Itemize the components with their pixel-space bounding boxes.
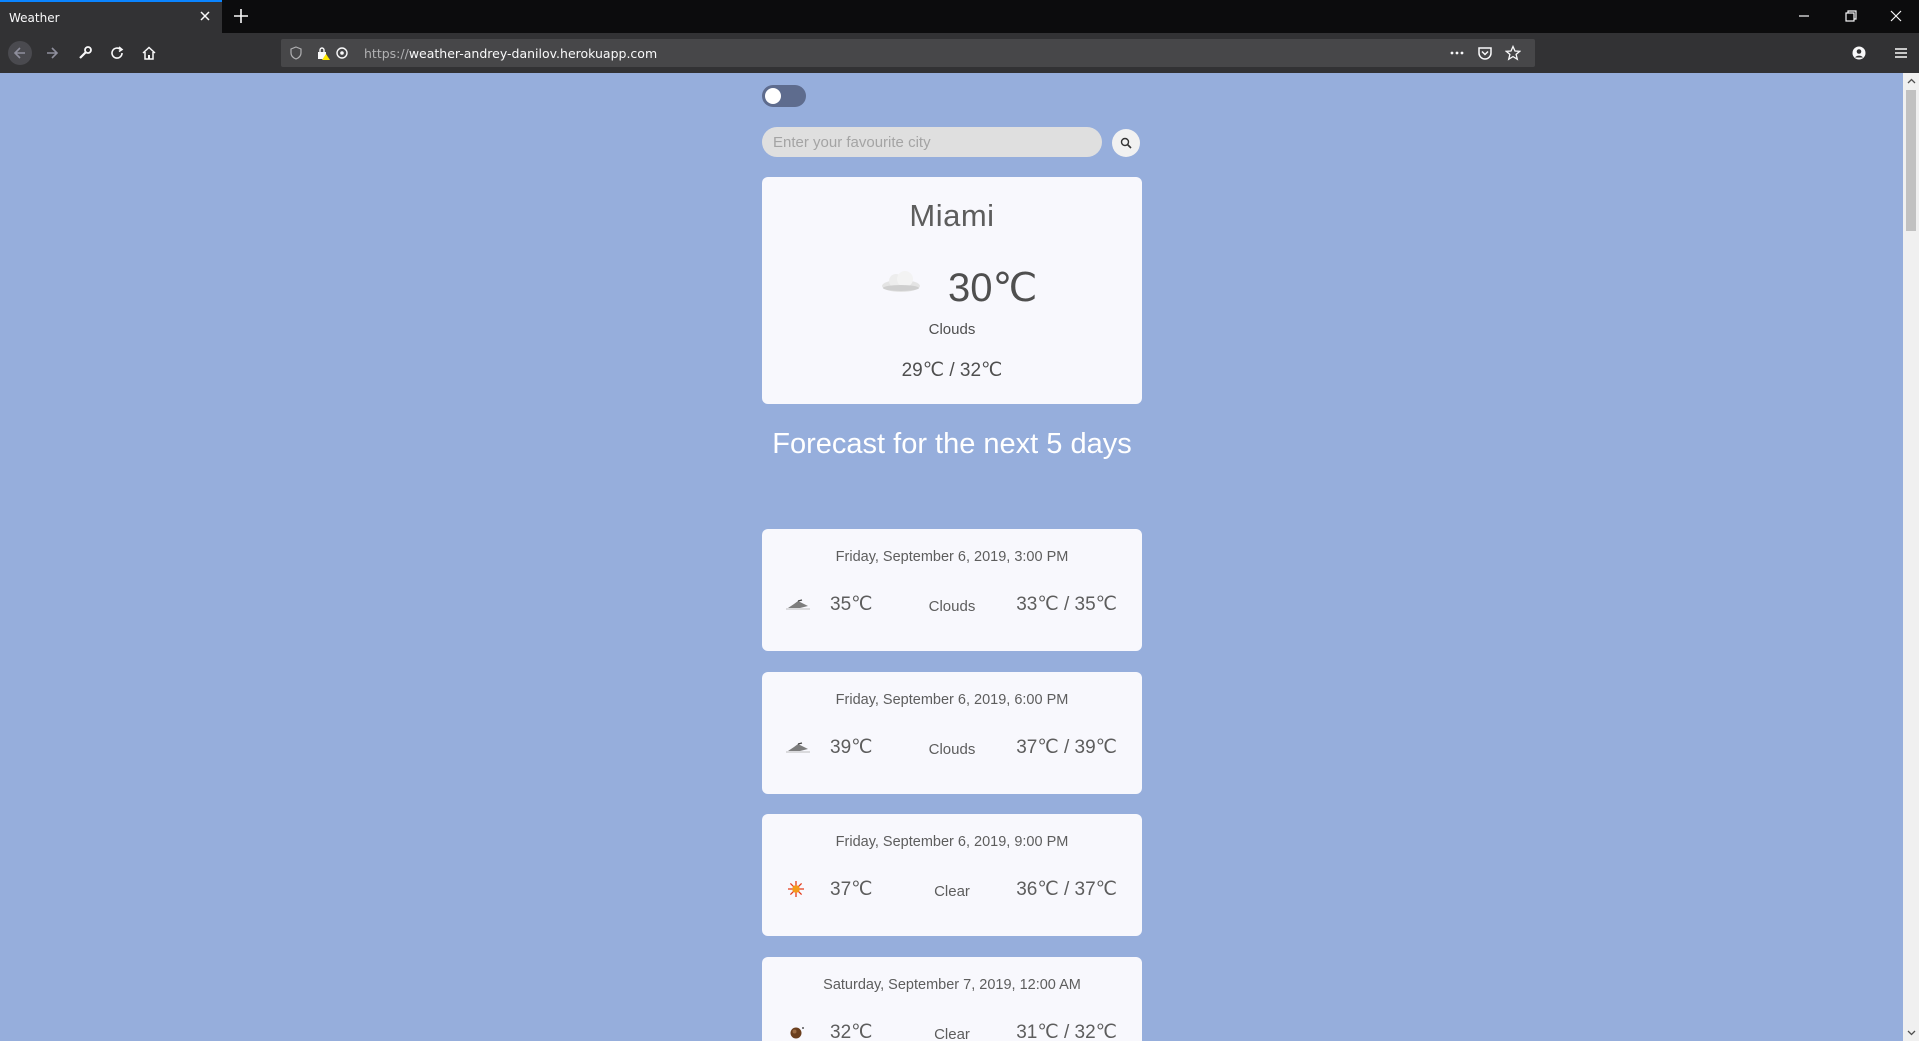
scroll-up-button[interactable] [1903,73,1919,89]
scroll-down-button[interactable] [1903,1025,1919,1041]
page-scrollbar[interactable] [1903,73,1919,1041]
forecast-date: Saturday, September 7, 2019, 12:00 AM [823,977,1081,993]
hamburger-menu-icon [1895,48,1907,58]
tab-strip: Weather [0,0,1919,33]
forecast-card: Saturday, September 7, 2019, 12:00 AM 32… [762,957,1142,1041]
back-arrow-icon [13,47,25,59]
forecast-heading: Forecast for the next 5 days [772,428,1132,460]
page-viewport: Miami 30℃ Clouds 29℃ / 32℃ Forecast for … [0,73,1903,1041]
restore-icon[interactable] [1840,6,1862,26]
account-button[interactable] [1847,41,1871,65]
forecast-date: Friday, September 6, 2019, 3:00 PM [835,549,1069,565]
close-tab-icon[interactable] [197,8,213,24]
forecast-min-max: 36℃ / 37℃ [1016,879,1117,900]
forward-arrow-icon [47,47,59,59]
search-icon [1120,137,1132,149]
bookmark-star-icon[interactable] [1505,45,1521,61]
forecast-temperature: 35℃ [830,594,873,615]
close-window-icon[interactable] [1885,6,1907,26]
lock-warning-icon[interactable] [315,45,331,61]
minimize-icon[interactable] [1793,6,1815,26]
back-button[interactable] [8,41,32,65]
tab-weather[interactable]: Weather [0,0,222,33]
forward-button[interactable] [40,41,64,65]
address-bar[interactable]: https://weather-andrey-danilov.herokuapp… [281,39,1535,67]
current-description: Clouds [928,321,976,338]
forecast-temperature: 39℃ [830,737,873,758]
forecast-card: Friday, September 6, 2019, 9:00 PM 37℃ C… [762,814,1142,936]
forecast-min-max: 37℃ / 39℃ [1016,737,1117,758]
forecast-card: Friday, September 6, 2019, 6:00 PM 39℃ C… [762,672,1142,794]
moon-icon [790,1027,804,1039]
tracking-shield-icon[interactable] [288,45,304,61]
forecast-description: Clear [934,883,970,900]
pocket-icon[interactable] [1477,45,1493,61]
search-button[interactable] [1112,129,1140,157]
permissions-icon[interactable] [334,45,350,61]
reload-icon [111,46,124,59]
theme-toggle[interactable] [762,85,806,107]
sun-icon [788,881,804,897]
forecast-temperature: 32℃ [830,1022,873,1041]
forecast-date: Friday, September 6, 2019, 6:00 PM [835,692,1069,708]
page-actions-icon[interactable] [1449,45,1465,61]
current-weather-card: Miami 30℃ Clouds 29℃ / 32℃ [762,177,1142,404]
cloud-icon [882,271,920,292]
forecast-description: Clouds [928,598,976,615]
home-icon [142,46,156,60]
tools-button[interactable] [73,41,97,65]
nav-toolbar: https://weather-andrey-danilov.herokuapp… [0,33,1919,73]
tab-title: Weather [9,11,60,25]
url-text: https://weather-andrey-danilov.herokuapp… [364,46,658,61]
chevron-down-icon [1907,1030,1915,1036]
chevron-up-icon [1907,78,1915,84]
city-name: Miami [909,198,995,233]
current-temperature: 30℃ [948,266,1038,310]
menu-button[interactable] [1889,41,1913,65]
scrollbar-thumb[interactable] [1906,90,1916,231]
current-min-max: 29℃ / 32℃ [901,360,1003,381]
forecast-card: Friday, September 6, 2019, 3:00 PM 35℃ C… [762,529,1142,651]
wrench-icon [79,46,92,59]
account-icon [1852,46,1866,60]
home-button[interactable] [137,41,161,65]
forecast-date: Friday, September 6, 2019, 9:00 PM [835,834,1069,850]
cloud-icon [786,742,810,753]
new-tab-icon[interactable] [231,6,251,26]
city-search-input[interactable] [762,127,1102,157]
forecast-description: Clear [934,1026,970,1041]
forecast-temperature: 37℃ [830,879,873,900]
cloud-icon [786,599,810,610]
toggle-knob [765,88,781,104]
reload-button[interactable] [105,41,129,65]
forecast-min-max: 33℃ / 35℃ [1016,594,1117,615]
forecast-description: Clouds [928,741,976,758]
forecast-min-max: 31℃ / 32℃ [1016,1022,1117,1041]
